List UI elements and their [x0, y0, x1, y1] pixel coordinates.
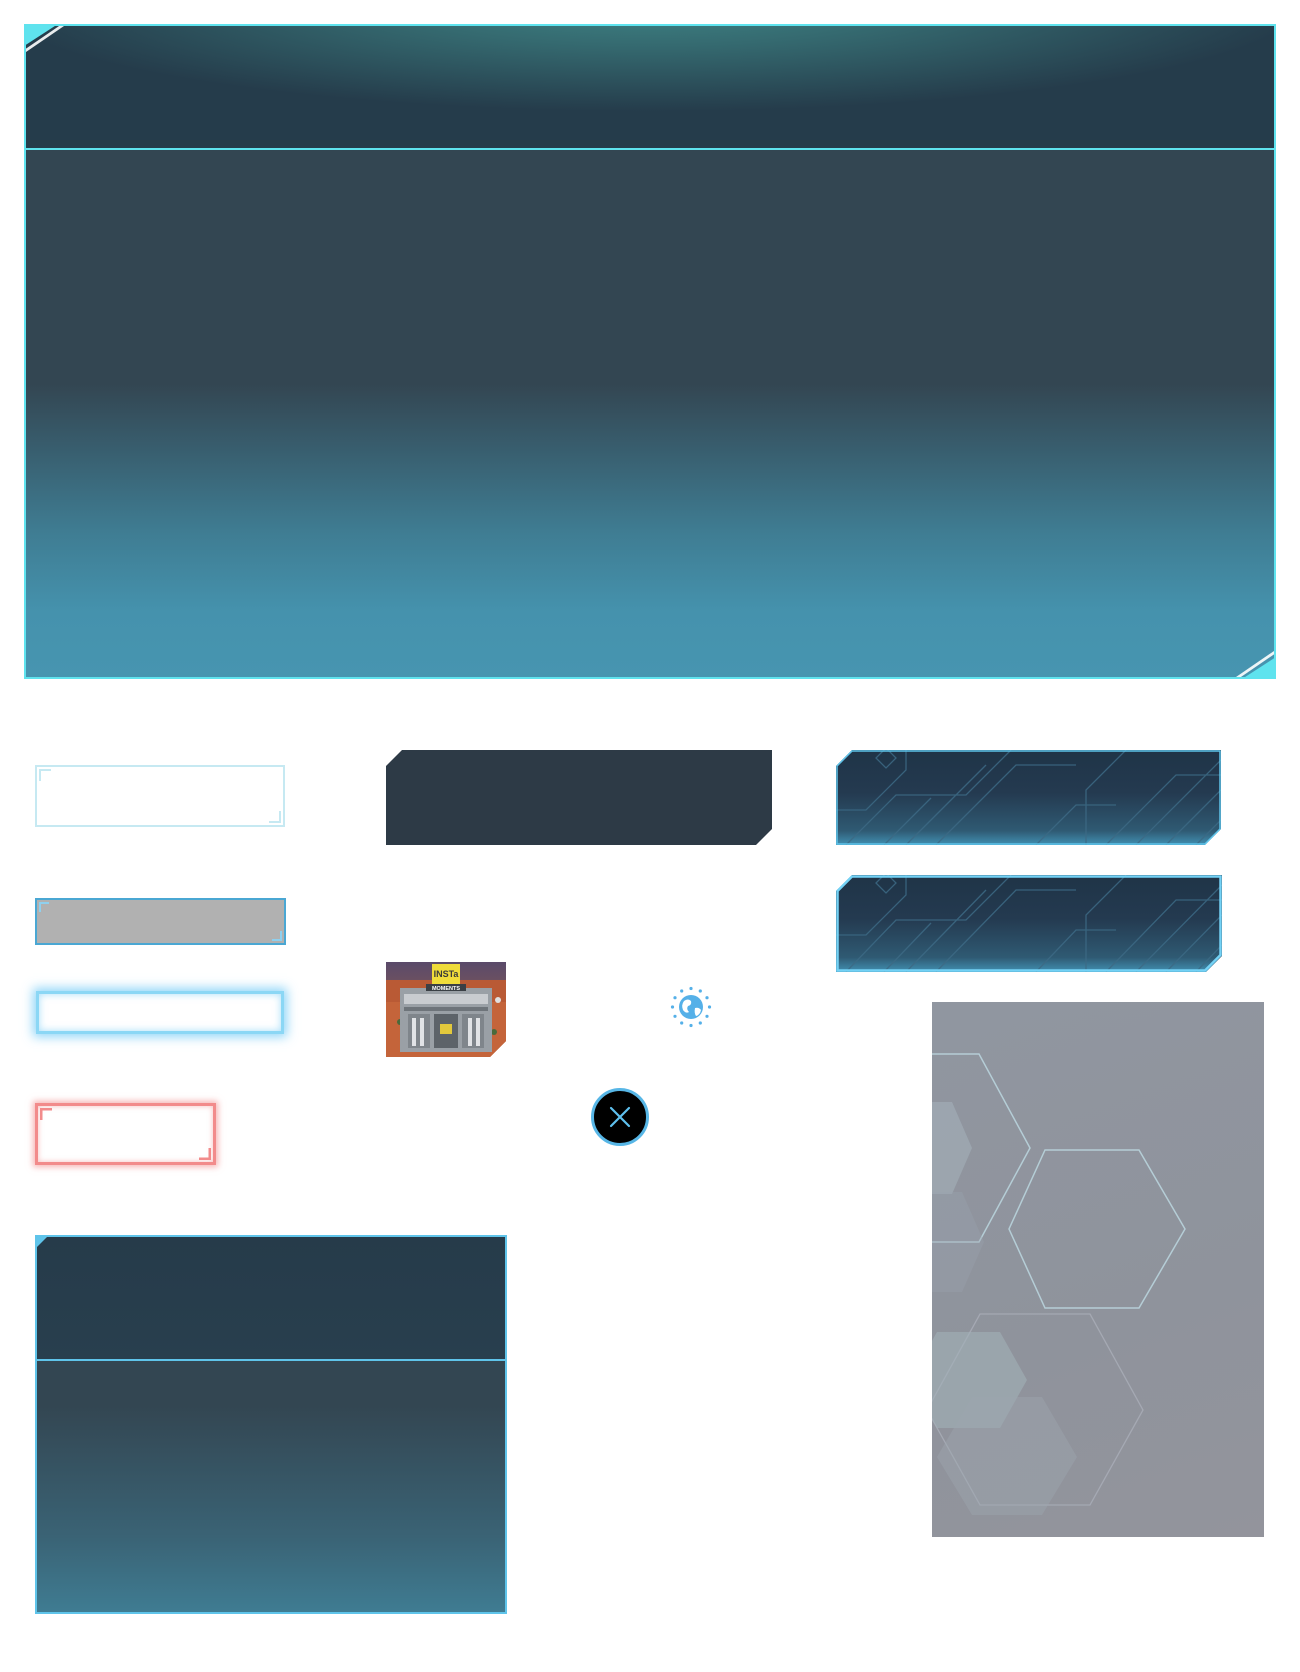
frame-corner-icon — [269, 811, 281, 823]
building-thumbnail[interactable]: INSTa MOMENTS — [386, 962, 506, 1057]
thumbnail-logo-text: INSTa — [434, 969, 460, 979]
bottom-panel-frame — [35, 1235, 507, 1614]
circuit-pattern — [836, 875, 1222, 972]
circuit-button-face — [836, 750, 1221, 845]
circuit-button-primary[interactable] — [836, 750, 1221, 845]
building-thumbnail-image: INSTa MOMENTS — [386, 962, 506, 1057]
frame-corner-icon — [39, 769, 51, 781]
frame-corner-icon — [199, 1148, 211, 1160]
grey-frame — [35, 898, 286, 945]
circuit-button-selected[interactable] — [836, 875, 1222, 972]
bottom-panel-header — [37, 1237, 505, 1361]
globe-icon[interactable] — [670, 986, 712, 1028]
glow-blue-frame — [36, 991, 284, 1034]
thumbnail-sign-text: MOMENTS — [432, 986, 460, 992]
frame-corner-icon — [40, 1108, 52, 1120]
corner-accent-top-left — [37, 1237, 47, 1247]
close-icon — [609, 1106, 631, 1128]
outline-frame — [35, 765, 285, 827]
circuit-button-face — [836, 875, 1222, 972]
close-button[interactable] — [591, 1088, 649, 1146]
hexagon-pattern — [932, 1053, 1186, 1515]
hexagon-pattern-panel — [932, 1002, 1264, 1537]
glow-red-frame — [35, 1103, 216, 1165]
corner-accent-bottom-right — [1236, 651, 1274, 677]
main-panel-frame — [24, 24, 1276, 679]
frame-corner-icon — [39, 902, 49, 912]
dark-plate — [386, 750, 772, 845]
frame-corner-icon — [272, 931, 282, 941]
circuit-pattern — [836, 750, 1221, 845]
main-panel-header — [26, 26, 1274, 150]
